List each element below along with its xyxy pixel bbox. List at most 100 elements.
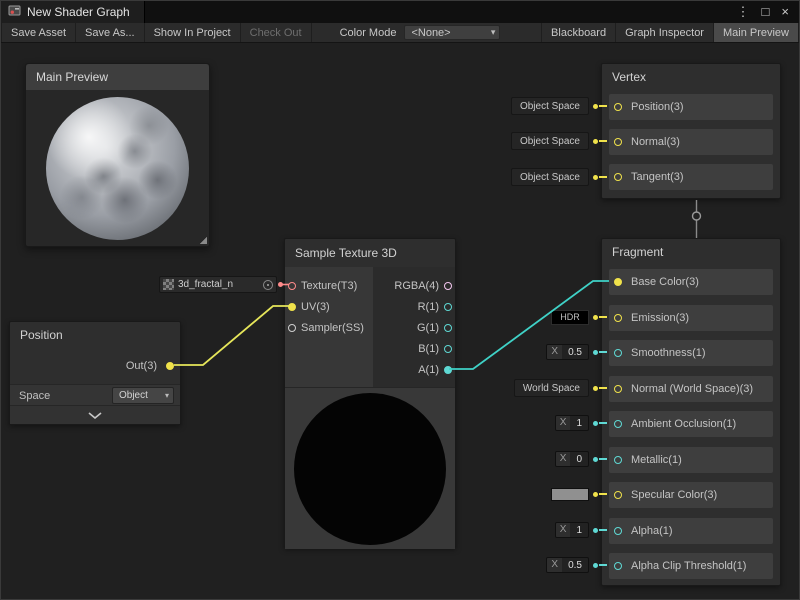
smoothness-float-field[interactable]: X 0.5 <box>546 344 589 360</box>
normal-space-dropdown[interactable]: Object Space <box>511 132 589 150</box>
output-rgba[interactable]: RGBA(4) <box>373 275 455 296</box>
base-color-input-port[interactable] <box>614 278 622 286</box>
output-a[interactable]: A(1) <box>373 359 455 380</box>
output-b[interactable]: B(1) <box>373 338 455 359</box>
main-preview-panel[interactable]: Main Preview <box>25 63 210 247</box>
check-out-button: Check Out <box>241 23 312 42</box>
position-input-port[interactable] <box>614 103 622 111</box>
output-r[interactable]: R(1) <box>373 296 455 317</box>
position-node[interactable]: Position Out(3) Space Object ▾ <box>9 321 181 425</box>
float-value[interactable]: 0.5 <box>562 560 588 571</box>
g-output-port[interactable] <box>444 324 452 332</box>
a-output-port[interactable] <box>444 366 452 374</box>
connector-stub <box>599 176 607 178</box>
input-sampler[interactable]: Sampler(SS) <box>285 317 373 338</box>
alpha-float-field[interactable]: X 1 <box>555 522 589 538</box>
color-mode-value: <None> <box>411 27 450 39</box>
smoothness-input-port[interactable] <box>614 349 622 357</box>
float-value[interactable]: 0 <box>570 454 588 465</box>
position-space-dropdown[interactable]: Object Space <box>511 97 589 115</box>
sample-texture-3d-title[interactable]: Sample Texture 3D <box>285 239 455 267</box>
texture-input-port[interactable] <box>288 282 296 290</box>
float-value[interactable]: 1 <box>570 418 588 429</box>
fragment-row-alpha[interactable]: Alpha(1) <box>609 518 773 544</box>
alpha-input-port[interactable] <box>614 527 622 535</box>
specular-color-input-port[interactable] <box>614 491 622 499</box>
input-uv[interactable]: UV(3) <box>285 296 373 317</box>
fragment-row-metallic[interactable]: Metallic(1) <box>609 447 773 473</box>
save-asset-button[interactable]: Save Asset <box>1 23 76 42</box>
sample-texture-3d-node[interactable]: Sample Texture 3D Texture(T3) UV(3) Samp… <box>284 238 456 548</box>
r-output-port[interactable] <box>444 303 452 311</box>
row-label: Smoothness(1) <box>631 347 706 359</box>
world-space-dropdown[interactable]: World Space <box>514 379 589 397</box>
fragment-row-emission[interactable]: Emission(3) <box>609 305 773 331</box>
document-tab[interactable]: New Shader Graph <box>1 1 145 23</box>
vertex-node[interactable]: Vertex Position(3) Normal(3) Tangent(3) <box>601 63 781 199</box>
texture-connector-dot <box>278 282 283 287</box>
ambient-occlusion-value-widget: X 1 <box>555 414 607 432</box>
edge-position-to-uv[interactable] <box>174 306 290 365</box>
b-output-port[interactable] <box>444 345 452 353</box>
ambient-occlusion-input-port[interactable] <box>614 420 622 428</box>
position-out-row[interactable]: Out(3) <box>11 356 179 376</box>
tangent-space-dropdown[interactable]: Object Space <box>511 168 589 186</box>
connector-stub <box>599 387 607 389</box>
vertex-node-title[interactable]: Vertex <box>602 64 780 90</box>
uv-input-port[interactable] <box>288 303 296 311</box>
window-controls: ⋮ □ × <box>737 1 799 23</box>
chevron-down-icon: ▾ <box>165 391 169 400</box>
specular-color-swatch[interactable] <box>551 488 589 501</box>
vertex-row-tangent[interactable]: Tangent(3) <box>609 164 773 190</box>
output-g[interactable]: G(1) <box>373 317 455 338</box>
rgba-output-port[interactable] <box>444 282 452 290</box>
alpha-clip-float-field[interactable]: X 0.5 <box>546 557 589 573</box>
metallic-value-widget: X 0 <box>555 450 607 468</box>
object-picker-icon[interactable] <box>263 280 273 290</box>
position-node-title[interactable]: Position <box>10 322 180 348</box>
resize-grip-icon[interactable] <box>199 236 207 244</box>
emission-hdr-color-swatch[interactable]: HDR <box>551 310 589 325</box>
fragment-row-base-color[interactable]: Base Color(3) <box>609 269 773 295</box>
float-value[interactable]: 0.5 <box>562 347 588 358</box>
fragment-row-alpha-clip[interactable]: Alpha Clip Threshold(1) <box>609 553 773 579</box>
title-bar: New Shader Graph ⋮ □ × <box>1 1 799 23</box>
close-icon[interactable]: × <box>781 1 789 23</box>
collapse-row[interactable] <box>10 405 180 424</box>
kebab-menu-icon[interactable]: ⋮ <box>737 1 750 23</box>
blackboard-toggle-button[interactable]: Blackboard <box>541 23 616 42</box>
fragment-node-title[interactable]: Fragment <box>602 239 780 265</box>
emission-input-port[interactable] <box>614 314 622 322</box>
preview-sphere[interactable] <box>46 97 189 240</box>
fragment-row-normal-ws[interactable]: Normal (World Space)(3) <box>609 376 773 402</box>
fragment-row-smoothness[interactable]: Smoothness(1) <box>609 340 773 366</box>
normal-ws-input-port[interactable] <box>614 385 622 393</box>
metallic-input-port[interactable] <box>614 456 622 464</box>
fragment-row-specular-color[interactable]: Specular Color(3) <box>609 482 773 508</box>
show-in-project-button[interactable]: Show In Project <box>145 23 241 42</box>
normal-space-widget-fragment: World Space <box>514 379 607 397</box>
color-mode-dropdown[interactable]: <None> ▾ <box>404 25 500 40</box>
maximize-icon[interactable]: □ <box>762 1 770 23</box>
normal-input-port[interactable] <box>614 138 622 146</box>
vertex-row-normal[interactable]: Normal(3) <box>609 129 773 155</box>
sampler-input-port[interactable] <box>288 324 296 332</box>
input-texture[interactable]: Texture(T3) <box>285 275 373 296</box>
main-preview-title[interactable]: Main Preview <box>26 64 209 90</box>
metallic-float-field[interactable]: X 0 <box>555 451 589 467</box>
float-value[interactable]: 1 <box>570 525 588 536</box>
vertex-row-position[interactable]: Position(3) <box>609 94 773 120</box>
block-stack-handle[interactable] <box>693 212 701 220</box>
texture-object-field[interactable]: 3d_fractal_n <box>159 276 277 293</box>
fragment-row-ambient-occlusion[interactable]: Ambient Occlusion(1) <box>609 411 773 437</box>
main-preview-toggle-button[interactable]: Main Preview <box>714 23 799 42</box>
tangent-input-port[interactable] <box>614 173 622 181</box>
space-dropdown[interactable]: Object ▾ <box>112 387 174 404</box>
alpha-clip-input-port[interactable] <box>614 562 622 570</box>
position-out-port[interactable] <box>166 362 174 370</box>
fragment-node[interactable]: Fragment Base Color(3) Emission(3) Smoot… <box>601 238 781 586</box>
ambient-occlusion-float-field[interactable]: X 1 <box>555 415 589 431</box>
graph-inspector-toggle-button[interactable]: Graph Inspector <box>616 23 714 42</box>
save-as-button[interactable]: Save As... <box>76 23 145 42</box>
graph-canvas[interactable]: Main Preview Vertex Position(3) Normal(3… <box>1 43 800 600</box>
